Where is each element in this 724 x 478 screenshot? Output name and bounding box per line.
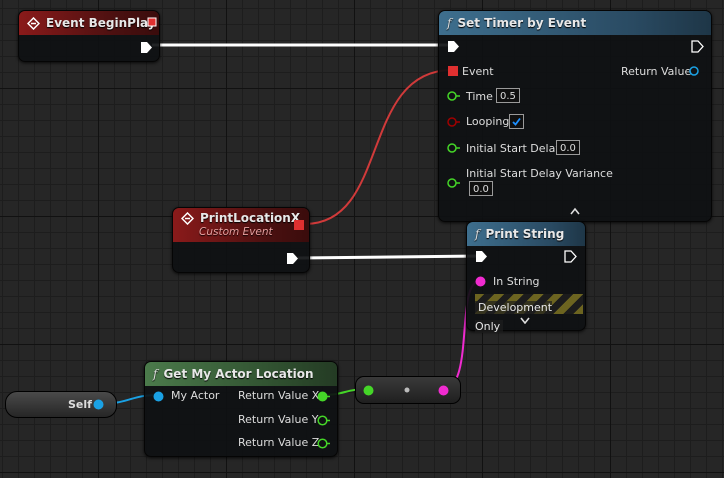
in-string-pin[interactable] bbox=[475, 276, 487, 287]
print-string-node[interactable]: f Print String In String Development Onl… bbox=[466, 221, 586, 333]
variance-input[interactable]: 0.0 bbox=[469, 181, 493, 196]
time-input[interactable]: 0.5 bbox=[496, 88, 520, 103]
node-title: PrintLocationX bbox=[200, 211, 301, 225]
in-string-label: In String bbox=[493, 275, 540, 288]
node-title: Set Timer by Event bbox=[457, 16, 587, 30]
exec-out-pin[interactable] bbox=[286, 252, 299, 265]
event-wire-printlocation-to-settimer[interactable] bbox=[304, 69, 453, 225]
initial-delay-pin[interactable] bbox=[447, 143, 461, 153]
delegate-pin-icon[interactable] bbox=[147, 17, 157, 27]
print-location-header[interactable]: PrintLocationX Custom Event bbox=[173, 208, 309, 242]
event-pin-label: Event bbox=[462, 65, 494, 78]
my-actor-pin[interactable] bbox=[153, 391, 165, 402]
event-diamond-icon bbox=[27, 16, 40, 30]
float-to-string-conversion-node[interactable] bbox=[355, 376, 461, 404]
return-value-label: Return Value bbox=[621, 65, 692, 78]
my-actor-label: My Actor bbox=[171, 389, 220, 402]
self-node[interactable]: Self bbox=[5, 391, 117, 418]
return-z-pin[interactable] bbox=[317, 438, 331, 449]
looping-label: Looping bbox=[466, 115, 510, 128]
return-y-label: Return Value Y bbox=[238, 413, 319, 426]
time-label: Time bbox=[466, 90, 493, 103]
event-diamond-icon bbox=[181, 212, 194, 225]
node-title: Get My Actor Location bbox=[163, 367, 314, 381]
return-z-label: Return Value Z bbox=[238, 436, 320, 449]
exec-wire-printlocation-to-printstring[interactable] bbox=[297, 254, 481, 260]
variance-pin[interactable] bbox=[447, 178, 461, 188]
event-beginplay-node[interactable]: Event BeginPlay bbox=[18, 10, 160, 62]
set-timer-node[interactable]: f Set Timer by Event Event Return Value … bbox=[438, 10, 712, 222]
development-only-label: Development Only bbox=[475, 301, 553, 333]
conversion-dot-icon bbox=[404, 387, 410, 393]
print-string-header[interactable]: f Print String bbox=[467, 222, 585, 246]
exec-out-pin[interactable] bbox=[691, 40, 704, 53]
node-title: Print String bbox=[485, 227, 565, 241]
function-icon: f bbox=[153, 367, 158, 381]
float-in-pin[interactable] bbox=[363, 385, 375, 396]
exec-in-pin[interactable] bbox=[447, 40, 460, 53]
delegate-pin-icon[interactable] bbox=[294, 220, 304, 230]
variance-label: Initial Start Delay Variance bbox=[466, 167, 613, 180]
node-title: Event BeginPlay bbox=[46, 16, 156, 30]
return-y-pin[interactable] bbox=[317, 415, 331, 426]
exec-in-pin[interactable] bbox=[475, 250, 488, 263]
return-value-pin[interactable] bbox=[689, 66, 701, 76]
return-x-pin[interactable] bbox=[317, 391, 331, 402]
set-timer-header[interactable]: f Set Timer by Event bbox=[439, 11, 711, 35]
return-x-label: Return Value X bbox=[238, 389, 320, 402]
time-pin[interactable] bbox=[447, 91, 461, 101]
node-subtitle: Custom Event bbox=[199, 226, 273, 238]
print-location-event-node[interactable]: PrintLocationX Custom Event bbox=[172, 207, 310, 273]
string-out-pin[interactable] bbox=[438, 385, 450, 396]
function-icon: f bbox=[447, 16, 452, 30]
exec-out-pin[interactable] bbox=[564, 250, 577, 263]
collapse-chevron-icon[interactable] bbox=[570, 207, 580, 215]
looping-checkbox[interactable] bbox=[509, 114, 524, 129]
looping-pin[interactable] bbox=[447, 117, 461, 127]
expand-chevron-icon[interactable] bbox=[520, 316, 530, 324]
function-icon: f bbox=[475, 227, 480, 241]
checkmark-icon bbox=[512, 117, 521, 126]
exec-out-pin[interactable] bbox=[140, 41, 153, 54]
initial-delay-label: Initial Start Delay bbox=[466, 142, 562, 155]
self-out-pin[interactable] bbox=[93, 399, 105, 410]
get-actor-location-node[interactable]: f Get My Actor Location My Actor Return … bbox=[144, 361, 338, 457]
event-delegate-pin[interactable] bbox=[448, 66, 458, 76]
initial-delay-input[interactable]: 0.0 bbox=[556, 140, 580, 155]
development-only-banner: Development Only bbox=[475, 294, 583, 333]
get-actor-location-header[interactable]: f Get My Actor Location bbox=[145, 362, 337, 386]
event-beginplay-header[interactable]: Event BeginPlay bbox=[19, 11, 159, 35]
self-label: Self bbox=[68, 398, 92, 411]
